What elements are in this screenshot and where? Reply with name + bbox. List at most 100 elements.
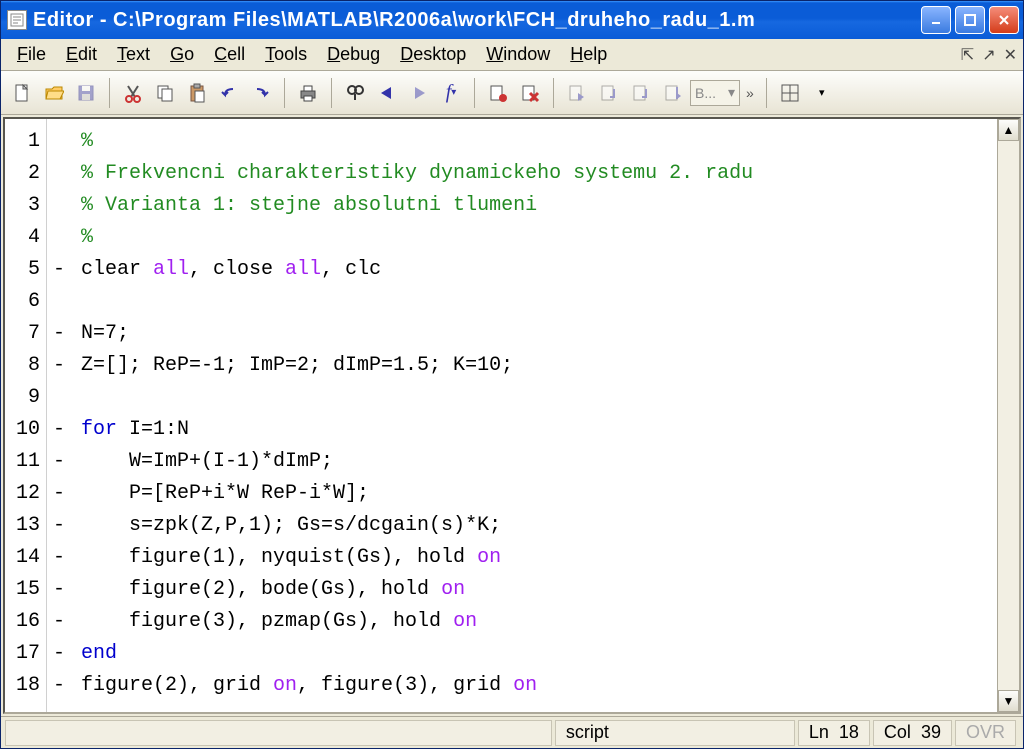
toolbar-overflow-icon[interactable]: » <box>746 85 754 101</box>
scroll-track[interactable] <box>998 141 1019 690</box>
toolbar: f▾ B...▾ » ▾ <box>1 71 1023 115</box>
menu-text[interactable]: Text <box>107 41 160 68</box>
editor-area: 123456789101112131415161718 ------------… <box>3 117 1021 714</box>
redo-button[interactable] <box>246 78 276 108</box>
status-line: Ln 18 <box>798 720 870 746</box>
menu-edit[interactable]: Edit <box>56 41 107 68</box>
menu-desktop[interactable]: Desktop <box>390 41 476 68</box>
status-spacer <box>5 720 552 746</box>
line-marker: - <box>47 349 71 381</box>
line-marker: - <box>47 669 71 701</box>
line-number: 13 <box>5 509 46 541</box>
new-file-button[interactable] <box>7 78 37 108</box>
menu-window[interactable]: Window <box>476 41 560 68</box>
menu-tools[interactable]: Tools <box>255 41 317 68</box>
find-button[interactable] <box>340 78 370 108</box>
window-title: Editor - C:\Program Files\MATLAB\R2006a\… <box>33 9 921 32</box>
clear-breakpoint-button[interactable] <box>515 78 545 108</box>
step-out-button[interactable] <box>626 78 656 108</box>
cut-button[interactable] <box>118 78 148 108</box>
dock-collapse-icon[interactable]: ⇱ <box>961 45 974 65</box>
code-line[interactable]: figure(2), bode(Gs), hold on <box>81 573 997 605</box>
line-number: 18 <box>5 669 46 701</box>
go-back-button[interactable] <box>372 78 402 108</box>
status-ovr: OVR <box>955 720 1016 746</box>
line-number: 12 <box>5 477 46 509</box>
line-marker: - <box>47 509 71 541</box>
menu-cell[interactable]: Cell <box>204 41 255 68</box>
step-button[interactable] <box>562 78 592 108</box>
line-number: 16 <box>5 605 46 637</box>
line-marker <box>47 125 71 157</box>
save-button[interactable] <box>71 78 101 108</box>
statusbar: script Ln 18 Col 39 OVR <box>1 716 1023 748</box>
menu-go[interactable]: Go <box>160 41 204 68</box>
code-line[interactable]: figure(1), nyquist(Gs), hold on <box>81 541 997 573</box>
line-marker <box>47 157 71 189</box>
menu-debug[interactable]: Debug <box>317 41 390 68</box>
continue-button[interactable] <box>658 78 688 108</box>
editor-window: Editor - C:\Program Files\MATLAB\R2006a\… <box>0 0 1024 749</box>
step-in-button[interactable] <box>594 78 624 108</box>
line-number: 3 <box>5 189 46 221</box>
line-marker: - <box>47 317 71 349</box>
scroll-up-button[interactable]: ▲ <box>998 119 1019 141</box>
line-marker: - <box>47 413 71 445</box>
function-button[interactable]: f▾ <box>436 78 466 108</box>
code-line[interactable] <box>81 381 997 413</box>
code-line[interactable]: figure(2), grid on, figure(3), grid on <box>81 669 997 701</box>
code-line[interactable]: clear all, close all, clc <box>81 253 997 285</box>
line-number: 6 <box>5 285 46 317</box>
menu-help[interactable]: Help <box>560 41 617 68</box>
line-number-gutter: 123456789101112131415161718 <box>5 119 47 712</box>
undo-button[interactable] <box>214 78 244 108</box>
paste-button[interactable] <box>182 78 212 108</box>
code-line[interactable]: % <box>81 125 997 157</box>
line-marker: - <box>47 637 71 669</box>
code-line[interactable]: for I=1:N <box>81 413 997 445</box>
code-line[interactable] <box>81 285 997 317</box>
line-marker: - <box>47 253 71 285</box>
line-marker: - <box>47 541 71 573</box>
execution-marker-column: ------------ <box>47 119 71 712</box>
code-line[interactable]: % Varianta 1: stejne absolutni tlumeni <box>81 189 997 221</box>
line-number: 5 <box>5 253 46 285</box>
code-line[interactable]: figure(3), pzmap(Gs), hold on <box>81 605 997 637</box>
scroll-down-button[interactable]: ▼ <box>998 690 1019 712</box>
close-doc-icon[interactable]: ✕ <box>1004 45 1017 65</box>
app-icon <box>7 10 27 30</box>
line-number: 9 <box>5 381 46 413</box>
vertical-scrollbar[interactable]: ▲ ▼ <box>997 119 1019 712</box>
line-number: 7 <box>5 317 46 349</box>
copy-button[interactable] <box>150 78 180 108</box>
code-line[interactable]: % <box>81 221 997 253</box>
code-line[interactable]: N=7; <box>81 317 997 349</box>
code-line[interactable]: Z=[]; ReP=-1; ImP=2; dImP=1.5; K=10; <box>81 349 997 381</box>
titlebar: Editor - C:\Program Files\MATLAB\R2006a\… <box>1 1 1023 39</box>
set-breakpoint-button[interactable] <box>483 78 513 108</box>
status-type: script <box>555 720 795 746</box>
go-forward-button[interactable] <box>404 78 434 108</box>
maximize-button[interactable] <box>955 6 985 34</box>
code-line[interactable]: end <box>81 637 997 669</box>
line-number: 1 <box>5 125 46 157</box>
code-line[interactable]: % Frekvencni charakteristiky dynamickeho… <box>81 157 997 189</box>
tile-button[interactable] <box>775 78 805 108</box>
stack-select[interactable]: B...▾ <box>690 80 740 106</box>
open-file-button[interactable] <box>39 78 69 108</box>
close-button[interactable] <box>989 6 1019 34</box>
code-line[interactable]: P=[ReP+i*W ReP-i*W]; <box>81 477 997 509</box>
line-marker <box>47 285 71 317</box>
undock-icon[interactable]: ↗ <box>982 45 995 65</box>
code-editor[interactable]: %% Frekvencni charakteristiky dynamickeh… <box>71 119 997 712</box>
print-button[interactable] <box>293 78 323 108</box>
code-line[interactable]: s=zpk(Z,P,1); Gs=s/dcgain(s)*K; <box>81 509 997 541</box>
window-controls <box>921 6 1019 34</box>
minimize-button[interactable] <box>921 6 951 34</box>
menu-file[interactable]: File <box>7 41 56 68</box>
tile-dropdown-button[interactable]: ▾ <box>807 78 837 108</box>
code-line[interactable]: W=ImP+(I-1)*dImP; <box>81 445 997 477</box>
line-number: 15 <box>5 573 46 605</box>
line-number: 8 <box>5 349 46 381</box>
line-number: 17 <box>5 637 46 669</box>
